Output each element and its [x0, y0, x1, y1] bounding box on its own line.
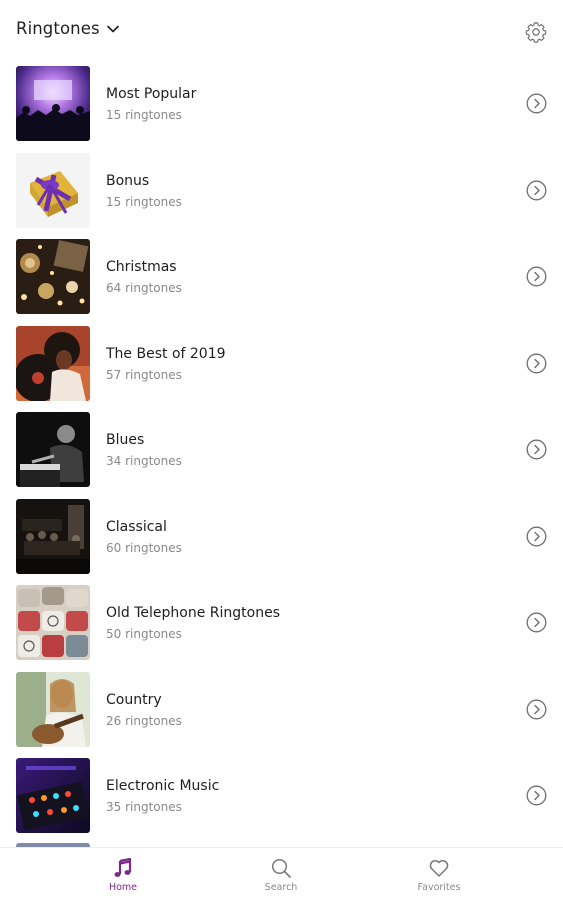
chevron-right-circle-icon — [526, 266, 547, 287]
list-item[interactable]: Country 26 ringtones — [0, 671, 563, 747]
category-thumbnail — [16, 66, 90, 141]
heart-icon — [428, 857, 450, 879]
category-thumbnail — [16, 758, 90, 833]
open-category-button[interactable] — [526, 526, 547, 547]
open-category-button[interactable] — [526, 180, 547, 201]
category-thumbnail — [16, 412, 90, 487]
open-category-button[interactable] — [526, 93, 547, 114]
list-item[interactable]: Most Popular 15 ringtones — [0, 66, 563, 141]
tab-search-label: Search — [264, 882, 298, 893]
ringtone-count: 15 ringtones — [106, 194, 182, 209]
top-bar: Ringtones — [0, 0, 563, 60]
category-title: Country — [106, 691, 162, 708]
ringtone-count: 57 ringtones — [106, 367, 182, 382]
bottom-navigation: Home Search Favorites — [0, 847, 563, 900]
chevron-right-circle-icon — [526, 180, 547, 200]
music-note-icon — [112, 857, 134, 879]
chevron-right-circle-icon — [526, 93, 547, 114]
category-title: Blues — [106, 432, 145, 448]
gift-image — [16, 152, 90, 228]
ringtone-count: 50 ringtones — [106, 627, 182, 641]
tab-favorites[interactable]: Favorites — [394, 856, 484, 898]
ringtone-count: 26 ringtones — [106, 713, 182, 728]
list-item[interactable]: Christmas 64 ringtones — [0, 239, 563, 314]
category-thumbnail — [16, 671, 90, 747]
ringtone-count: 34 ringtones — [106, 454, 182, 468]
category-title: Old Telephone Ringtones — [106, 605, 281, 621]
category-thumbnail — [16, 239, 90, 314]
concert-image — [16, 66, 90, 141]
open-category-button[interactable] — [526, 439, 547, 460]
open-category-button[interactable] — [526, 785, 547, 806]
list-item[interactable]: Electronic Music 35 ringtones — [0, 758, 563, 833]
category-title: The Best of 2019 — [106, 345, 226, 362]
ringtone-count: 64 ringtones — [106, 281, 182, 295]
guitar-image — [16, 671, 90, 747]
category-title: Classical — [106, 518, 167, 535]
ringtone-count: 35 ringtones — [106, 800, 182, 814]
category-title: Bonus — [106, 172, 150, 189]
chevron-right-circle-icon — [526, 353, 547, 373]
open-category-button[interactable] — [526, 612, 547, 633]
app-screen: Ringtones Most Popular 15 ringtones Bonu… — [0, 0, 563, 900]
chevron-down-icon — [106, 25, 119, 32]
list-item[interactable]: The Best of 2019 57 ringtones — [0, 325, 563, 401]
category-thumbnail — [16, 152, 90, 228]
category-title: Most Popular — [106, 86, 197, 102]
category-title: Christmas — [106, 259, 177, 275]
open-category-button[interactable] — [526, 699, 547, 720]
chevron-right-circle-icon — [526, 699, 547, 719]
tab-home-label: Home — [108, 882, 138, 893]
category-title: Electronic Music — [106, 778, 220, 794]
christmas-image — [16, 239, 90, 314]
category-dropdown[interactable]: Ringtones — [16, 19, 120, 38]
chevron-right-circle-icon — [526, 526, 547, 546]
open-category-button[interactable] — [526, 353, 547, 374]
tab-search[interactable]: Search — [236, 856, 326, 898]
ringtone-count: 60 ringtones — [106, 540, 182, 555]
chevron-right-circle-icon — [526, 612, 547, 633]
settings-button[interactable] — [524, 20, 548, 44]
chevron-right-circle-icon — [526, 439, 547, 460]
tab-home[interactable]: Home — [78, 856, 168, 898]
search-icon — [270, 857, 292, 879]
list-item[interactable]: Blues 34 ringtones — [0, 412, 563, 487]
category-thumbnail — [16, 325, 90, 401]
list-item[interactable]: Old Telephone Ringtones 50 ringtones — [0, 585, 563, 660]
category-thumbnail — [16, 585, 90, 660]
chevron-right-circle-icon — [526, 785, 547, 806]
page-title: Ringtones — [16, 19, 100, 38]
list-item[interactable]: Bonus 15 ringtones — [0, 152, 563, 228]
tab-favorites-label: Favorites — [417, 882, 461, 893]
orchestra-image — [16, 498, 90, 574]
category-thumbnail — [16, 498, 90, 574]
pianist-image — [16, 412, 90, 487]
telephones-image — [16, 585, 90, 660]
list-item[interactable]: Classical 60 ringtones — [0, 498, 563, 574]
dj-mixer-image — [16, 758, 90, 833]
ringtone-count: 15 ringtones — [106, 108, 182, 122]
open-category-button[interactable] — [526, 266, 547, 287]
category-list: Most Popular 15 ringtones Bonus 15 ringt… — [0, 66, 563, 845]
gear-icon — [525, 22, 547, 43]
vinyl-image — [16, 325, 90, 401]
